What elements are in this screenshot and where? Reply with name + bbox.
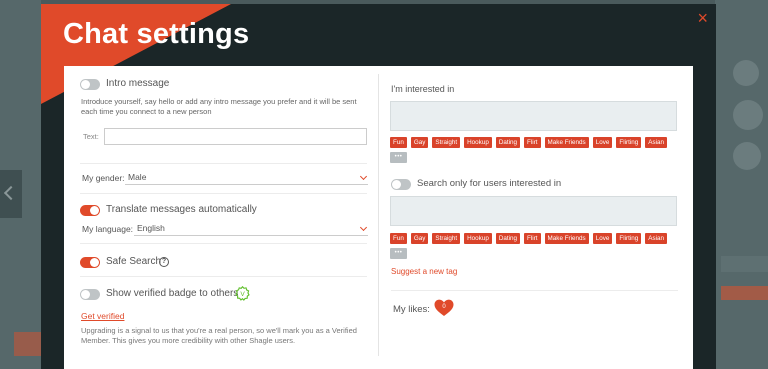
close-icon[interactable]: × bbox=[697, 8, 708, 28]
get-verified-link[interactable]: Get verified bbox=[81, 311, 124, 321]
tag-chip[interactable]: Make Friends bbox=[544, 137, 589, 148]
tag-chip[interactable]: Love bbox=[592, 137, 613, 148]
column-divider bbox=[378, 74, 379, 356]
text-field-label: Text: bbox=[83, 132, 99, 141]
interested-tag-list: Fun Gay Straight Hookup Dating Flirt Make Frie… bbox=[390, 137, 680, 163]
tag-chip[interactable]: Flirting bbox=[616, 233, 642, 244]
suggest-tag-link[interactable]: Suggest a new tag bbox=[391, 267, 457, 276]
tag-chip[interactable]: Asian bbox=[645, 233, 668, 244]
tag-chip[interactable]: Love bbox=[592, 233, 613, 244]
intro-message-toggle[interactable] bbox=[80, 79, 100, 90]
verified-badge-icon: V bbox=[235, 286, 250, 301]
tag-chip[interactable]: Fun bbox=[390, 233, 407, 244]
chevron-down-icon bbox=[359, 223, 368, 232]
settings-panel: Intro message Introduce yourself, say he… bbox=[64, 66, 693, 369]
likes-count: 0 bbox=[442, 304, 446, 310]
prev-arrow-icon bbox=[0, 170, 22, 218]
intro-text-input[interactable] bbox=[104, 128, 367, 145]
tag-chip[interactable]: Hookup bbox=[464, 233, 492, 244]
language-value: English bbox=[137, 223, 165, 233]
tag-chip[interactable]: Straight bbox=[432, 233, 461, 244]
modal-title: Chat settings bbox=[63, 18, 250, 50]
tag-chip[interactable]: Flirt bbox=[524, 137, 541, 148]
likes-label: My likes: bbox=[393, 304, 430, 315]
tag-chip[interactable]: Dating bbox=[495, 137, 521, 148]
divider bbox=[80, 276, 367, 277]
more-tags-button[interactable]: ••• bbox=[390, 152, 407, 163]
gender-select[interactable]: Male bbox=[125, 171, 368, 185]
verified-badge-label: Show verified badge to others bbox=[106, 288, 239, 299]
tag-chip[interactable]: Straight bbox=[432, 137, 461, 148]
verified-badge-toggle[interactable] bbox=[80, 289, 100, 300]
tag-chip[interactable]: Fun bbox=[390, 137, 407, 148]
tag-chip[interactable]: Flirt bbox=[524, 233, 541, 244]
chat-settings-modal: Chat settings × Intro message Introduce … bbox=[41, 4, 716, 369]
interested-tags-input[interactable] bbox=[390, 101, 677, 131]
background-block bbox=[721, 256, 768, 272]
background-left-strip bbox=[0, 0, 41, 369]
interested-label: I'm interested in bbox=[391, 84, 455, 94]
divider bbox=[80, 163, 367, 164]
tag-chip[interactable]: Flirting bbox=[616, 137, 642, 148]
gender-label: My gender: bbox=[82, 173, 125, 183]
language-select[interactable]: English bbox=[134, 222, 368, 236]
search-tags-input[interactable] bbox=[390, 196, 677, 226]
tag-chip[interactable]: Dating bbox=[495, 233, 521, 244]
background-avatar bbox=[733, 142, 761, 170]
background-button bbox=[14, 332, 41, 356]
verified-note: Upgrading is a signal to us that you're … bbox=[81, 326, 357, 345]
tag-chip[interactable]: Gay bbox=[410, 233, 429, 244]
divider bbox=[80, 243, 367, 244]
help-icon[interactable]: ? bbox=[159, 257, 169, 267]
divider bbox=[391, 290, 678, 291]
tag-chip[interactable]: Make Friends bbox=[544, 233, 589, 244]
search-only-toggle[interactable] bbox=[391, 179, 411, 190]
divider bbox=[80, 193, 367, 194]
intro-message-label: Intro message bbox=[106, 78, 170, 89]
safe-search-label: Safe Search bbox=[106, 256, 162, 267]
background-pill bbox=[721, 286, 768, 300]
svg-text:V: V bbox=[240, 291, 245, 298]
chevron-down-icon bbox=[359, 172, 368, 181]
gender-value: Male bbox=[128, 172, 147, 182]
search-tag-list: Fun Gay Straight Hookup Dating Flirt Make Frie… bbox=[390, 233, 680, 259]
translate-label: Translate messages automatically bbox=[106, 204, 257, 215]
safe-search-toggle[interactable] bbox=[80, 257, 100, 268]
background-avatar bbox=[733, 60, 759, 86]
search-only-label: Search only for users interested in bbox=[417, 178, 562, 189]
background-avatar bbox=[733, 100, 763, 130]
tag-chip[interactable]: Hookup bbox=[464, 137, 492, 148]
language-label: My language: bbox=[82, 224, 134, 234]
tag-chip[interactable]: Asian bbox=[645, 137, 668, 148]
intro-message-description: Introduce yourself, say hello or add any… bbox=[81, 97, 357, 116]
tag-chip[interactable]: Gay bbox=[410, 137, 429, 148]
background-right-strip bbox=[715, 0, 768, 369]
more-tags-button[interactable]: ••• bbox=[390, 248, 407, 259]
translate-toggle[interactable] bbox=[80, 205, 100, 216]
